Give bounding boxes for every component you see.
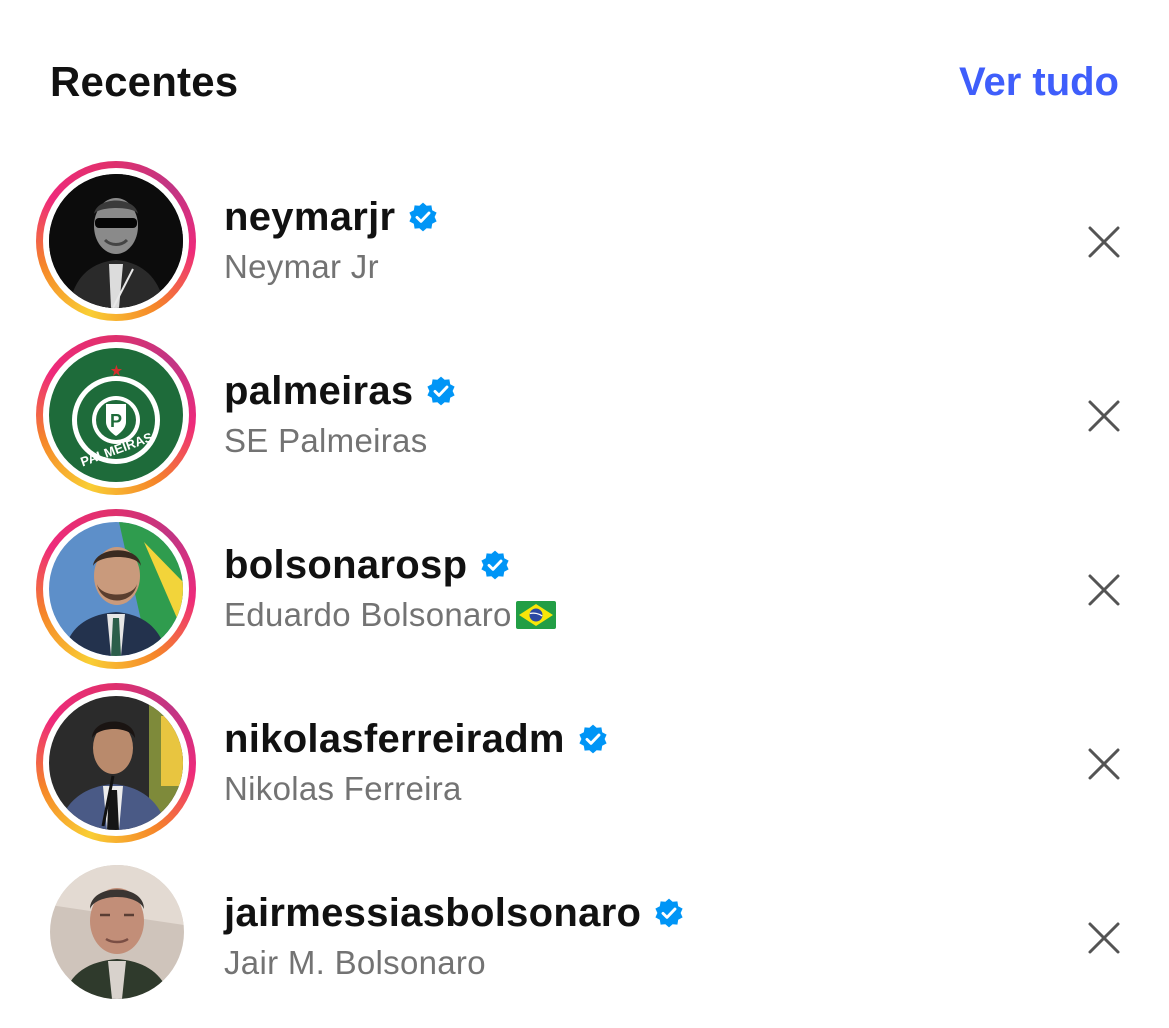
- recent-item-jairmessiasbolsonaro[interactable]: jairmessiasbolsonaro Jair M. Bolsonaro: [0, 854, 1169, 1028]
- username: bolsonarosp: [224, 542, 468, 587]
- neymar-avatar-icon: [49, 174, 183, 308]
- recent-item-neymarjr[interactable]: neymarjr Neymar Jr: [0, 158, 1169, 332]
- brazil-flag-icon: [515, 601, 556, 629]
- bolsonarosp-avatar-icon: [49, 522, 183, 656]
- full-name: SE Palmeiras: [224, 422, 428, 459]
- full-name: Neymar Jr: [224, 248, 379, 285]
- username: neymarjr: [224, 194, 396, 239]
- verified-badge-icon: [409, 202, 437, 232]
- full-name: Nikolas Ferreira: [224, 770, 462, 807]
- recent-list: neymarjr Neymar Jr P PALMEIRAS palmeiras…: [0, 158, 1169, 1028]
- story-ring[interactable]: [36, 683, 196, 843]
- close-icon[interactable]: [1084, 570, 1124, 610]
- full-name: Eduardo Bolsonaro: [224, 596, 556, 634]
- close-icon[interactable]: [1084, 918, 1124, 958]
- jair-avatar-icon: [50, 865, 184, 999]
- recent-header: Recentes Ver tudo: [50, 52, 1119, 112]
- close-icon[interactable]: [1084, 222, 1124, 262]
- story-ring[interactable]: [36, 509, 196, 669]
- story-ring[interactable]: P PALMEIRAS: [36, 335, 196, 495]
- recent-item-palmeiras[interactable]: P PALMEIRAS palmeiras SE Palmeiras: [0, 332, 1169, 506]
- recent-item-nikolasferreiradm[interactable]: nikolasferreiradm Nikolas Ferreira: [0, 680, 1169, 854]
- verified-badge-icon: [427, 376, 456, 406]
- full-name: Jair M. Bolsonaro: [224, 944, 486, 981]
- close-icon[interactable]: [1084, 396, 1124, 436]
- nikolas-avatar-icon: [49, 696, 183, 830]
- avatar[interactable]: [36, 857, 196, 1017]
- see-all-link[interactable]: Ver tudo: [959, 60, 1119, 105]
- verified-badge-icon: [655, 898, 683, 928]
- svg-text:P: P: [110, 411, 122, 431]
- section-title: Recentes: [50, 58, 239, 105]
- verified-badge-icon: [481, 550, 509, 580]
- verified-badge-icon: [579, 724, 607, 754]
- story-ring[interactable]: [36, 161, 196, 321]
- username: palmeiras: [224, 368, 414, 413]
- username: nikolasferreiradm: [224, 716, 565, 761]
- palmeiras-logo-icon: P PALMEIRAS: [49, 348, 183, 482]
- username: jairmessiasbolsonaro: [224, 890, 642, 935]
- recent-item-bolsonarosp[interactable]: bolsonarosp Eduardo Bolsonaro: [0, 506, 1169, 680]
- close-icon[interactable]: [1084, 744, 1124, 784]
